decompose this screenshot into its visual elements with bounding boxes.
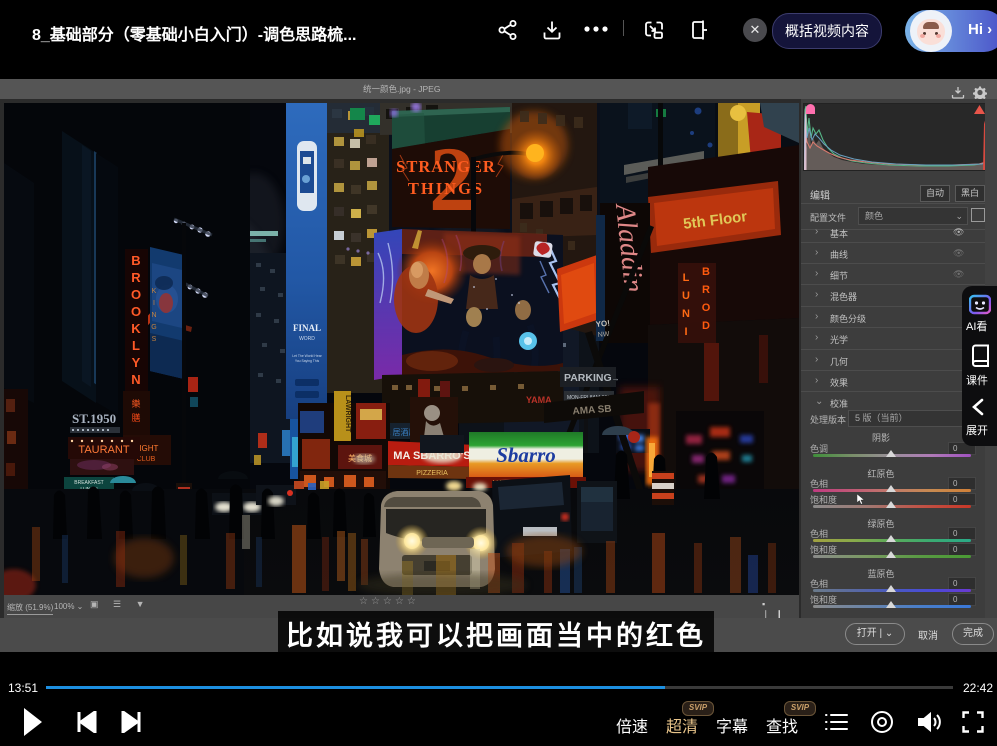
svg-text:PARKING→: PARKING→ xyxy=(564,372,620,384)
svg-text:NW: NW xyxy=(597,331,610,339)
svg-text:B: B xyxy=(702,266,710,278)
svg-text:R: R xyxy=(131,270,141,285)
svg-text:L: L xyxy=(683,272,690,284)
svg-text:Let The World Hear: Let The World Hear xyxy=(292,354,322,358)
svg-text:R: R xyxy=(702,284,710,296)
svg-text:O: O xyxy=(131,304,141,319)
svg-text:FINAL: FINAL xyxy=(293,323,321,333)
svg-text:膳: 膳 xyxy=(131,412,140,423)
svg-text:G: G xyxy=(151,324,156,331)
svg-text:L: L xyxy=(132,338,140,353)
svg-text:B: B xyxy=(131,253,140,268)
svg-text:N: N xyxy=(682,308,690,320)
svg-text:WORD: WORD xyxy=(299,336,315,342)
svg-text:You Saying This: You Saying This xyxy=(295,359,320,363)
svg-text:N: N xyxy=(131,372,140,387)
svg-text:K: K xyxy=(131,321,141,336)
svg-text:PIZZERIA: PIZZERIA xyxy=(416,470,448,477)
svg-text:I: I xyxy=(153,300,155,307)
svg-text:TAURANT: TAURANT xyxy=(78,444,129,456)
svg-text:樂: 樂 xyxy=(131,398,140,409)
svg-text:O: O xyxy=(131,287,141,302)
svg-text:S: S xyxy=(152,336,157,343)
svg-text:STRANGER: STRANGER xyxy=(396,157,496,176)
svg-text:D: D xyxy=(702,320,710,332)
svg-text:U: U xyxy=(682,290,690,302)
svg-text:Sbarro: Sbarro xyxy=(496,443,556,467)
svg-text:N: N xyxy=(151,312,156,319)
svg-text:BREAKFAST: BREAKFAST xyxy=(74,480,103,486)
svg-text:O: O xyxy=(702,302,711,314)
svg-text:YO!: YO! xyxy=(595,319,610,329)
svg-text:K: K xyxy=(152,288,157,295)
svg-text:I: I xyxy=(684,326,687,338)
svg-text:Y: Y xyxy=(132,355,141,370)
svg-text:ST.1950: ST.1950 xyxy=(72,411,116,426)
svg-text:LAWRIGHT: LAWRIGHT xyxy=(344,395,351,433)
